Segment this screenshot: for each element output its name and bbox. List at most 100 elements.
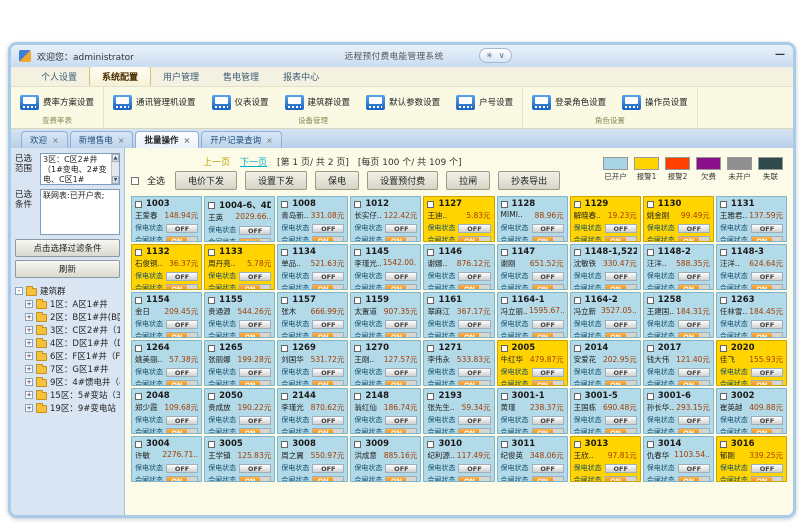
meter-card[interactable]: 2050 贵成放 190.22元 保电状态 OFF 合闸状态 ON <box>204 388 275 434</box>
card-checkbox[interactable] <box>501 201 508 208</box>
collapse-icon[interactable]: - <box>15 287 23 295</box>
ribbon-button[interactable]: 默认参数设置 <box>363 93 443 112</box>
refresh-button[interactable]: 刷新 <box>15 260 120 278</box>
card-checkbox[interactable] <box>135 249 142 256</box>
meter-card[interactable]: 1148-2 汪洋.. 588.35元 保电状态 OFF 合闸状态 ON <box>643 244 714 290</box>
chevron-down-icon[interactable]: ∨ <box>499 51 505 60</box>
close-icon[interactable]: × <box>266 136 273 145</box>
tree-item[interactable]: + 2区：B区1#井(B区1# <box>15 310 120 323</box>
card-checkbox[interactable] <box>427 441 434 448</box>
next-page-link[interactable]: 下一页 <box>240 155 267 168</box>
ribbon-button[interactable]: 户号设置 <box>453 93 516 112</box>
meter-card[interactable]: 2014 安爱花 202.95元 保电状态 OFF 合闸状态 ON <box>570 340 641 386</box>
meter-card[interactable]: 1146 谢娜.. 876.12元 保电状态 OFF 合闸状态 ON <box>423 244 494 290</box>
close-icon[interactable]: × <box>52 136 59 145</box>
meter-card[interactable]: 1265 张丽娜 199.28元 保电状态 OFF 合闸状态 ON <box>204 340 275 386</box>
scrollbar[interactable]: ▲ ▼ <box>111 154 119 184</box>
tree-item[interactable]: + 1区：A区1#井 <box>15 297 120 310</box>
quick-access-toolbar[interactable]: ✳∨ <box>479 48 512 63</box>
meter-card[interactable]: 1008 青岛新.. 331.08元 保电状态 OFF 合闸状态 ON <box>277 196 348 242</box>
meter-card[interactable]: 3001-1 黄瑾 238.37元 保电状态 OFF 合闸状态 ON <box>497 388 568 434</box>
ribbon-button[interactable]: 操作员设置 <box>619 93 691 112</box>
selected-condition-box[interactable]: 联网表:已开户表; <box>40 189 120 235</box>
ribbon-tab[interactable]: 个人设置 <box>29 67 89 86</box>
meter-card[interactable]: 1127 王迪.. 5.83元 保电状态 OFF 合闸状态 ON <box>423 196 494 242</box>
card-checkbox[interactable] <box>647 297 654 304</box>
meter-card[interactable]: 1264 姚美丽.. 57.38元 保电状态 OFF 合闸状态 ON <box>131 340 202 386</box>
meter-card[interactable]: 1004-6、4D-- 王英 2029.66.. 保电状态 OFF 合闸状态 <box>204 196 275 242</box>
meter-card[interactable]: 3008 周之翼 550.97元 保电状态 OFF 合闸状态 ON <box>277 436 348 482</box>
batch-action-button[interactable]: 拉闸 <box>446 171 490 190</box>
meter-card[interactable]: 3013 王欣.. 97.81元 保电状态 OFF 合闸状态 ON <box>570 436 641 482</box>
select-all-checkbox[interactable] <box>131 177 139 185</box>
card-checkbox[interactable] <box>281 201 288 208</box>
card-checkbox[interactable] <box>427 345 434 352</box>
card-checkbox[interactable] <box>135 297 142 304</box>
ribbon-tab[interactable]: 用户管理 <box>151 67 211 86</box>
card-checkbox[interactable] <box>501 249 508 256</box>
meter-card[interactable]: 1157 张木 666.99元 保电状态 OFF 合闸状态 ON <box>277 292 348 338</box>
close-icon[interactable]: × <box>183 136 190 145</box>
meter-card[interactable]: 2048 郑少霞 109.68元 保电状态 OFF 合闸状态 ON <box>131 388 202 434</box>
batch-action-button[interactable]: 抄表导出 <box>498 171 560 190</box>
ribbon-button[interactable]: 仪表设置 <box>209 93 272 112</box>
meter-card[interactable]: 2148 翁红仙 186.74元 保电状态 OFF 合闸状态 ON <box>350 388 421 434</box>
tree-item[interactable]: + 4区：D区1#井（D区1 <box>15 336 120 349</box>
card-checkbox[interactable] <box>208 393 215 400</box>
card-checkbox[interactable] <box>281 345 288 352</box>
card-checkbox[interactable] <box>135 393 142 400</box>
card-checkbox[interactable] <box>354 201 361 208</box>
card-checkbox[interactable] <box>720 249 727 256</box>
card-checkbox[interactable] <box>135 201 142 208</box>
ribbon-tab[interactable]: 售电管理 <box>211 67 271 86</box>
ribbon-button[interactable]: 登录角色设置 <box>529 93 609 112</box>
card-checkbox[interactable] <box>354 345 361 352</box>
meter-card[interactable]: 3002 崔英越 409.88元 保电状态 OFF 合闸状态 ON <box>716 388 787 434</box>
card-checkbox[interactable] <box>501 441 508 448</box>
ribbon-tab[interactable]: 系统配置 <box>89 66 151 86</box>
card-checkbox[interactable] <box>135 441 142 448</box>
card-checkbox[interactable] <box>574 297 581 304</box>
tree-item[interactable]: + 7区：G区1#井 <box>15 362 120 375</box>
meter-card[interactable]: 1271 李伟永 533.83元 保电状态 OFF 合闸状态 ON <box>423 340 494 386</box>
batch-action-button[interactable]: 设置预付费 <box>367 171 438 190</box>
meter-card[interactable]: 1131 王雅君.. 137.59元 保电状态 OFF 合闸状态 ON <box>716 196 787 242</box>
meter-card[interactable]: 1145 李瑾光.. 1542.00.. 保电状态 OFF 合闸状态 ON <box>350 244 421 290</box>
meter-card[interactable]: 1147 谢刚 651.52元 保电状态 OFF 合闸状态 ON <box>497 244 568 290</box>
ribbon-button[interactable]: 建筑群设置 <box>282 93 354 112</box>
card-checkbox[interactable] <box>647 201 654 208</box>
card-checkbox[interactable] <box>574 201 581 208</box>
meter-card[interactable]: 1161 翠麻江 367.17元 保电状态 OFF 合闸状态 ON <box>423 292 494 338</box>
card-checkbox[interactable] <box>281 297 288 304</box>
card-checkbox[interactable] <box>647 345 654 352</box>
meter-card[interactable]: 1132 石俊铜.. 36.37元 保电状态 OFF 合闸状态 ON <box>131 244 202 290</box>
expand-icon[interactable]: + <box>25 339 33 347</box>
document-tab[interactable]: 欢迎 × <box>21 131 68 148</box>
meter-card[interactable]: 3001-6 孙长华.. 293.15元 保电状态 OFF 合闸状态 ON <box>643 388 714 434</box>
meter-card[interactable]: 3001-5 王国栋 690.48元 保电状态 OFF 合闸状态 ON <box>570 388 641 434</box>
card-checkbox[interactable] <box>427 249 434 256</box>
card-checkbox[interactable] <box>354 441 361 448</box>
meter-card[interactable]: 1164-2 冯立新 3527.05.. 保电状态 OFF 合闸状态 ON <box>570 292 641 338</box>
card-checkbox[interactable] <box>720 393 727 400</box>
card-checkbox[interactable] <box>135 345 142 352</box>
batch-action-button[interactable]: 设置下发 <box>245 171 307 190</box>
card-checkbox[interactable] <box>208 249 215 256</box>
meter-card[interactable]: 1258 王建国.. 184.31元 保电状态 OFF 合闸状态 ON <box>643 292 714 338</box>
card-checkbox[interactable] <box>208 345 215 352</box>
expand-icon[interactable]: + <box>25 352 33 360</box>
meter-card[interactable]: 1164-1 冯立丽.. 1595.67.. 保电状态 OFF 合闸状态 O <box>497 292 568 338</box>
meter-card[interactable]: 2017 钱大伟 121.40元 保电状态 OFF 合闸状态 ON <box>643 340 714 386</box>
expand-icon[interactable]: + <box>25 391 33 399</box>
card-checkbox[interactable] <box>501 393 508 400</box>
meter-card[interactable]: 1129 解晓春.. 19.23元 保电状态 OFF 合闸状态 ON <box>570 196 641 242</box>
expand-icon[interactable]: + <box>25 404 33 412</box>
expand-icon[interactable]: + <box>25 326 33 334</box>
card-checkbox[interactable] <box>647 249 654 256</box>
meter-card[interactable]: 3005 王学镇 125.83元 保电状态 OFF 合闸状态 ON <box>204 436 275 482</box>
tree-item[interactable]: + 19区：9#变电站（2# <box>15 401 120 414</box>
style-icon[interactable]: ✳ <box>486 51 493 60</box>
tree-item[interactable]: + 15区：5#变站（3#变 <box>15 388 120 401</box>
card-checkbox[interactable] <box>647 441 654 448</box>
meter-card[interactable]: 1263 任林雪.. 184.45元 保电状态 OFF 合闸状态 ON <box>716 292 787 338</box>
